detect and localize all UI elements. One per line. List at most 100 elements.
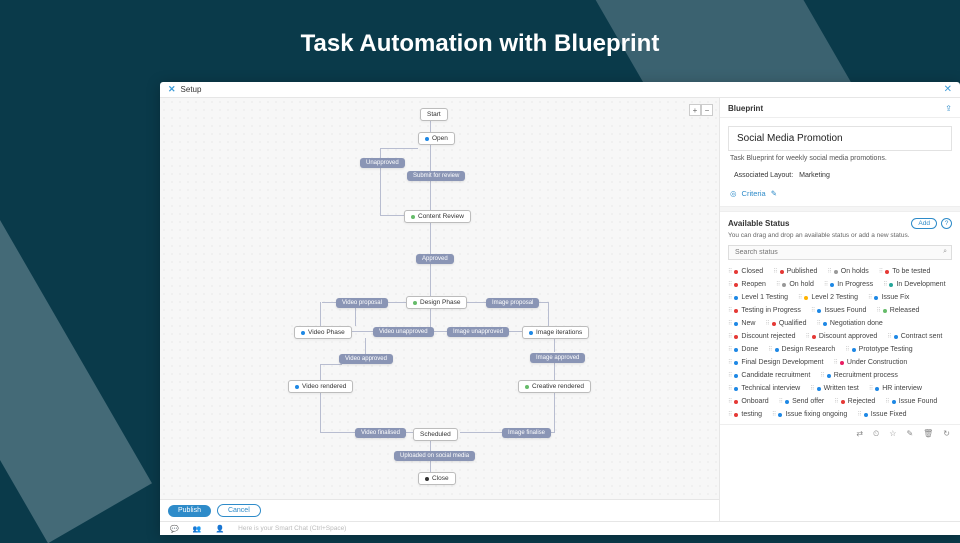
grip-icon: ⠿ (728, 281, 731, 288)
status-dot-icon (301, 331, 305, 335)
status-node-image_iterations[interactable]: Image iterations (522, 326, 589, 339)
status-chip[interactable]: ⠿On holds (827, 268, 868, 275)
status-dot-icon (772, 322, 776, 326)
status-node-design_phase[interactable]: Design Phase (406, 296, 467, 309)
footer-icon[interactable]: ⏲ (873, 429, 879, 439)
status-chip[interactable]: ⠿Contract sent (887, 333, 942, 340)
transition-image_proposal[interactable]: Image proposal (486, 298, 539, 308)
status-chip[interactable]: ⠿Negotiation done (816, 320, 882, 327)
grip-icon: ⠿ (768, 346, 771, 353)
status-dot-icon (827, 374, 831, 378)
status-node-close[interactable]: Close (418, 472, 456, 485)
grip-icon: ⠿ (820, 372, 823, 379)
status-node-video_phase[interactable]: Video Phase (294, 326, 352, 339)
footer-icon[interactable]: ⇄ (856, 429, 863, 438)
status-node-creative_rendered[interactable]: Creative rendered (518, 380, 591, 393)
contacts-icon[interactable]: 👥 (193, 525, 202, 533)
close-icon[interactable]: ✕ (944, 84, 952, 95)
status-chip[interactable]: ⠿Published (773, 268, 817, 275)
status-dot-icon (885, 270, 889, 274)
status-chip[interactable]: ⠿testing (728, 411, 762, 418)
blueprint-name-field[interactable]: Social Media Promotion (728, 126, 952, 151)
status-label: Contract sent (901, 333, 943, 340)
status-chip[interactable]: ⠿Onboard (728, 398, 769, 405)
status-chip[interactable]: ⠿Level 2 Testing (798, 294, 858, 301)
cancel-button[interactable]: Cancel (217, 504, 261, 517)
transition-video_finalised[interactable]: Video finalised (355, 428, 406, 438)
edit-icon[interactable]: ✎ (771, 189, 777, 198)
export-icon[interactable]: ⇪ (945, 104, 952, 113)
status-chip[interactable]: ⠿Rejected (834, 398, 875, 405)
zoom-out-button[interactable]: − (701, 104, 713, 116)
footer-icon[interactable]: 🗑 (923, 429, 933, 438)
transition-unapproved[interactable]: Unapproved (360, 158, 405, 168)
status-chip[interactable]: ⠿Discount rejected (728, 333, 796, 340)
status-chip[interactable]: ⠿Issue Fixed (857, 411, 906, 418)
transition-image_approved[interactable]: Image approved (530, 353, 585, 363)
transition-video_approved[interactable]: Video approved (339, 354, 393, 364)
transition-submit_review[interactable]: Submit for review (407, 171, 465, 181)
help-icon[interactable]: ? (941, 218, 952, 229)
status-label: Issue Fixed (871, 411, 907, 418)
status-chip[interactable]: ⠿Done (728, 346, 758, 353)
associated-layout-label: Associated Layout: (734, 172, 793, 179)
status-chip[interactable]: ⠿Closed (728, 268, 763, 275)
transition-approved[interactable]: Approved (416, 254, 454, 264)
footer-icon[interactable]: ✎ (906, 429, 913, 438)
user-icon[interactable]: 👤 (215, 525, 224, 533)
node-label: Scheduled (420, 431, 451, 438)
status-chip[interactable]: ⠿Level 1 Testing (728, 294, 788, 301)
status-node-start[interactable]: Start (420, 108, 448, 121)
status-chip[interactable]: ⠿Final Design Development (728, 359, 824, 366)
status-chip[interactable]: ⠿Released (876, 307, 919, 314)
status-label: On holds (841, 268, 869, 275)
status-chip[interactable]: ⠿Recruitment process (820, 372, 898, 379)
status-chip[interactable]: ⠿Qualified (765, 320, 806, 327)
status-chip[interactable]: ⠿Issues Found (811, 307, 866, 314)
chat-icon[interactable]: 💬 (170, 525, 179, 533)
smart-chat-hint[interactable]: Here is your Smart Chat (Ctrl+Space) (238, 525, 346, 532)
status-chip[interactable]: ⠿New (728, 320, 755, 327)
status-label: In Development (896, 281, 945, 288)
status-chip[interactable]: ⠿Prototype Testing (845, 346, 912, 353)
status-chip[interactable]: ⠿In Development (883, 281, 945, 288)
criteria-row[interactable]: ◎ Criteria ✎ (720, 183, 960, 206)
transition-uploaded_social[interactable]: Uploaded on social media (394, 451, 475, 461)
add-status-button[interactable]: Add (911, 218, 937, 229)
node-label: Start (427, 111, 441, 118)
status-chip[interactable]: ⠿Technical interview (728, 385, 800, 392)
publish-button[interactable]: Publish (168, 505, 211, 517)
status-chip[interactable]: ⠿Send offer (779, 398, 825, 405)
status-dot-icon (782, 283, 786, 287)
status-chip[interactable]: ⠿Under Construction (834, 359, 908, 366)
transition-video_proposal[interactable]: Video proposal (336, 298, 388, 308)
zoom-in-button[interactable]: + (689, 104, 701, 116)
status-chip[interactable]: ⠿Testing in Progress (728, 307, 801, 314)
status-node-content_review[interactable]: Content Review (404, 210, 471, 223)
status-chip[interactable]: ⠿Issue Found (885, 398, 937, 405)
status-chip[interactable]: ⠿Written test (810, 385, 859, 392)
status-label: Reopen (741, 281, 766, 288)
status-node-open[interactable]: Open (418, 132, 455, 145)
status-chip[interactable]: ⠿Design Research (768, 346, 835, 353)
status-chip[interactable]: ⠿HR interview (869, 385, 922, 392)
status-node-video_rendered[interactable]: Video rendered (288, 380, 353, 393)
footer-icon[interactable]: ☆ (889, 429, 896, 438)
status-chip[interactable]: ⠿Issue Fix (868, 294, 909, 301)
status-chip[interactable]: ⠿ Reopen (728, 281, 766, 288)
status-chip[interactable]: ⠿On hold (776, 281, 814, 288)
footer-icon[interactable]: ↻ (943, 429, 950, 438)
search-status-input[interactable] (728, 245, 952, 260)
status-dot-icon (883, 309, 887, 313)
status-chip[interactable]: ⠿Discount approved (806, 333, 878, 340)
blueprint-canvas[interactable]: + − (160, 98, 719, 499)
status-label: Done (741, 346, 758, 353)
status-node-scheduled[interactable]: Scheduled (413, 428, 458, 441)
status-chip[interactable]: ⠿Candidate recruitment (728, 372, 810, 379)
transition-video_unapproved[interactable]: Video unapproved (373, 327, 434, 337)
status-chip[interactable]: ⠿To be tested (879, 268, 931, 275)
status-chip[interactable]: ⠿Issue fixing ongoing (772, 411, 847, 418)
transition-image_finalise[interactable]: Image finalise (502, 428, 551, 438)
transition-image_unapproved[interactable]: Image unapproved (447, 327, 509, 337)
status-chip[interactable]: ⠿In Progress (824, 281, 873, 288)
